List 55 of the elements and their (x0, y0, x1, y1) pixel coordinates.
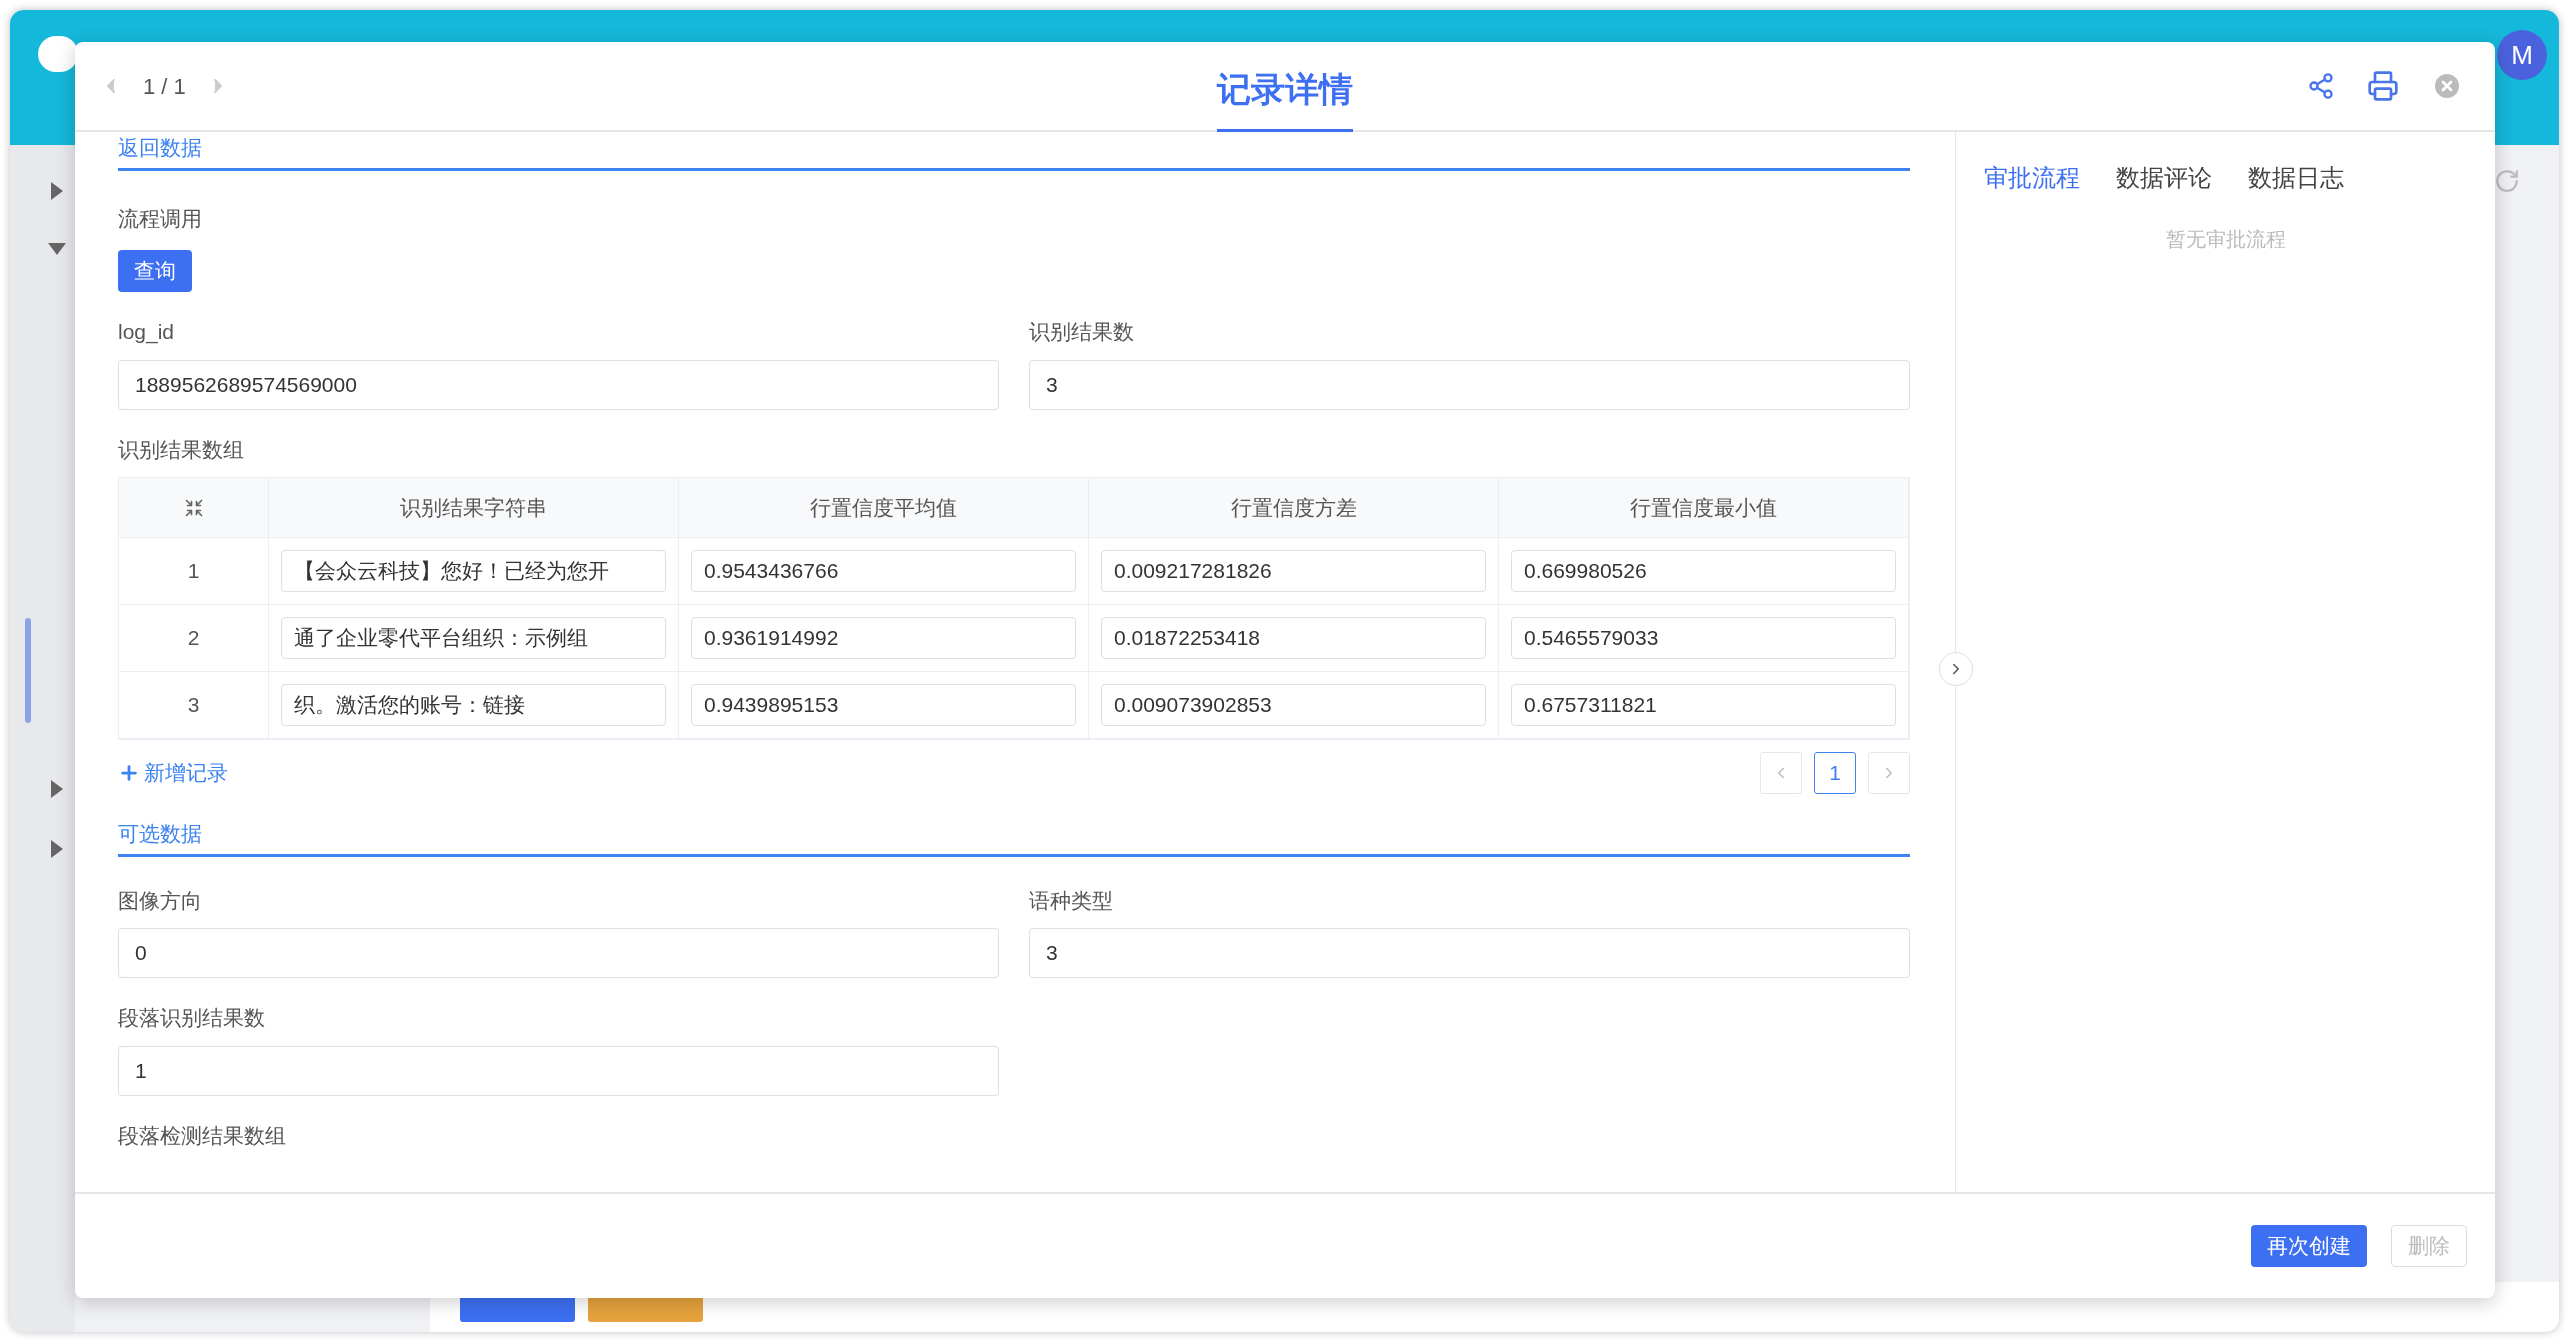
row-number: 2 (119, 605, 269, 672)
query-button[interactable]: 查询 (118, 250, 192, 292)
collapse-icon[interactable] (183, 497, 204, 518)
print-icon[interactable] (2367, 70, 2399, 102)
collapse-arrow-icon[interactable] (48, 243, 66, 255)
column-header: 行置信度最小值 (1499, 478, 1909, 538)
cell-input[interactable]: 0.009073902853 (1101, 684, 1486, 726)
column-header: 行置信度方差 (1089, 478, 1499, 538)
section-title: 返回数据 (118, 136, 202, 159)
cell-input[interactable]: 0.009217281826 (1101, 550, 1486, 592)
modal-title: 记录详情 (1217, 42, 1353, 132)
field-label: 语种类型 (1029, 887, 1114, 914)
side-tab[interactable]: 数据日志 (2248, 160, 2344, 196)
side-tab[interactable]: 审批流程 (1984, 160, 2080, 196)
input-field[interactable]: 3 (1029, 359, 1910, 410)
field-label: 识别结果数组 (118, 436, 245, 463)
cell-input[interactable]: 0.6757311821 (1511, 684, 1896, 726)
column-header: 行置信度平均值 (679, 478, 1089, 538)
side-toggle-button[interactable] (1939, 652, 1973, 686)
cell-input[interactable]: 0.01872253418 (1101, 617, 1486, 659)
add-record-link[interactable]: 新增记录 (118, 757, 228, 789)
row-number: 3 (119, 672, 269, 739)
cell-input[interactable]: 织。激活您的账号：链接 (281, 684, 666, 726)
scrollbar[interactable] (25, 618, 31, 723)
side-tab[interactable]: 数据评论 (2116, 160, 2212, 196)
field-label: 段落识别结果数 (118, 1005, 266, 1031)
cell-input[interactable]: 0.669980526 (1511, 550, 1896, 592)
field-label: 流程调用 (118, 205, 203, 232)
expand-arrow-icon[interactable] (51, 840, 63, 858)
field-label: log_id (118, 319, 176, 346)
refresh-icon[interactable] (2494, 168, 2520, 194)
input-field[interactable]: 1889562689574569000 (118, 359, 999, 410)
field-label: 图像方向 (118, 887, 203, 914)
input-field[interactable]: 0 (118, 928, 999, 978)
recreate-button[interactable]: 再次创建 (2251, 1225, 2367, 1267)
page-button[interactable]: 1 (1814, 752, 1856, 794)
empty-message: 暂无审批流程 (2165, 227, 2286, 252)
section-title: 可选数据 (118, 822, 202, 845)
cell-input[interactable]: 通了企业零代平台组织：示例组 (281, 617, 666, 659)
record-pager: 1 / 1 (143, 72, 186, 101)
expand-arrow-icon[interactable] (51, 780, 63, 798)
cell-input[interactable]: 0.5465579033 (1511, 617, 1896, 659)
expand-arrow-icon[interactable] (51, 182, 63, 200)
cell-input[interactable]: 【会众云科技】您好！已经为您开 (281, 550, 666, 592)
input-field[interactable]: 1 (118, 1045, 999, 1096)
cell-input[interactable]: 0.9361914992 (691, 617, 1076, 659)
row-number: 1 (119, 538, 269, 605)
field-label: 段落检测结果数组 (118, 1122, 287, 1149)
column-header: 识别结果字符串 (269, 478, 679, 538)
plus-icon (118, 762, 140, 784)
cell-input[interactable]: 0.9543436766 (691, 550, 1076, 592)
cell-input[interactable]: 0.9439895153 (691, 684, 1076, 726)
field-label: 识别结果数 (1029, 319, 1135, 345)
share-icon[interactable] (2307, 72, 2335, 100)
input-field[interactable]: 3 (1029, 928, 1910, 978)
